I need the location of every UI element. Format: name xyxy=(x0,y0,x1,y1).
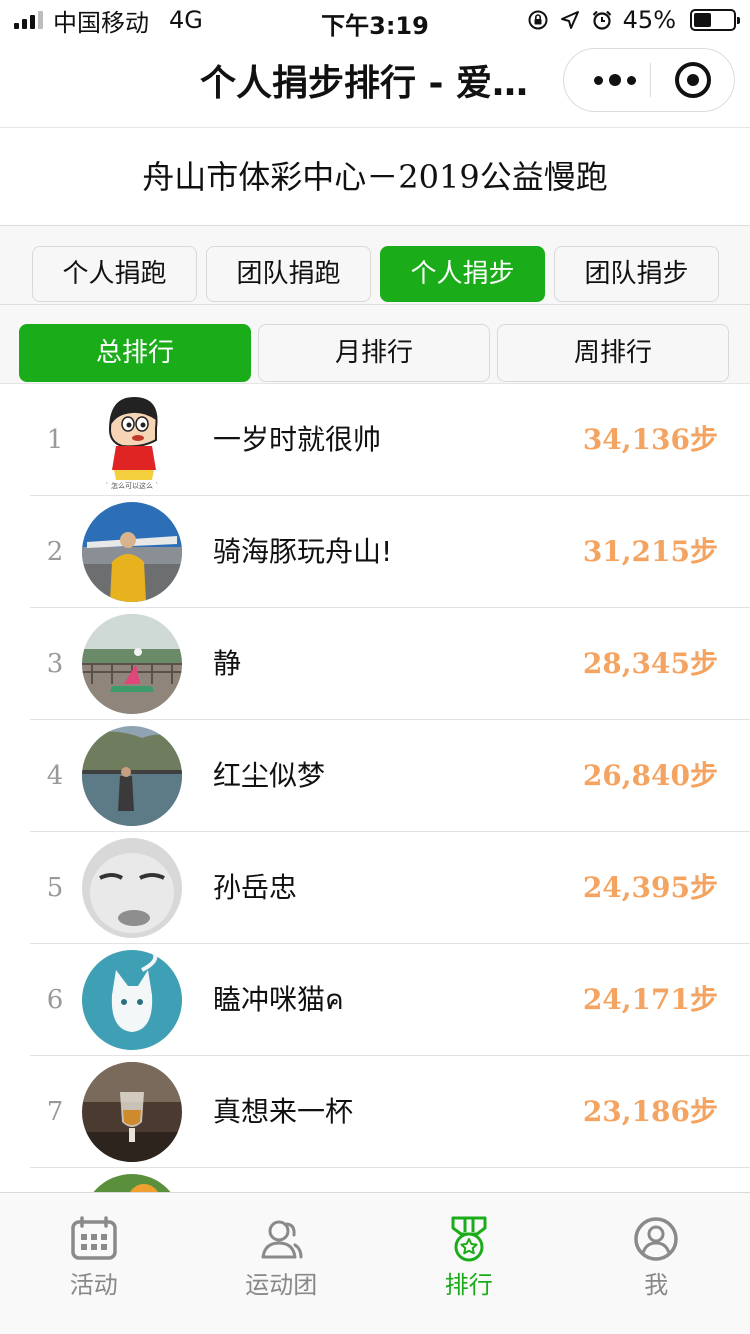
miniprogram-capsule xyxy=(563,48,735,112)
capsule-divider xyxy=(650,63,651,97)
yoga-photo-avatar-icon xyxy=(82,614,182,714)
medal-icon xyxy=(451,1216,487,1262)
nav-bar: 个人捐步排行 - 爱… xyxy=(0,40,750,128)
partial-avatar-icon xyxy=(82,1174,182,1194)
period-tabs: 总排行 月排行 周排行 xyxy=(19,324,729,382)
cartoon-boy-avatar-icon: ` 怎么可以这么 ` xyxy=(82,390,182,490)
group-icon xyxy=(261,1220,303,1259)
user-name: 红尘似梦 xyxy=(213,759,326,792)
ranking-row[interactable]: 6 瞌冲咪猫ค 24,171步 xyxy=(0,944,750,1056)
white-cat-avatar-icon xyxy=(82,950,182,1050)
tab-activity[interactable]: 活动 xyxy=(0,1193,188,1334)
user-name: 孙岳忠 xyxy=(213,871,298,904)
airport-photo-avatar-icon xyxy=(82,502,182,602)
tab-personal-run[interactable]: 个人捐跑 xyxy=(32,246,197,302)
ranking-row[interactable]: 1 ` 怎么可以这么 ` 一岁时就很帅 34,136步 xyxy=(0,384,750,496)
more-icon[interactable] xyxy=(582,49,648,111)
user-name: 静 xyxy=(213,647,242,680)
tab-personal-steps[interactable]: 个人捐步 xyxy=(380,246,545,302)
tab-team-steps[interactable]: 团队捐步 xyxy=(554,246,719,302)
baby-face-avatar-icon xyxy=(82,838,182,938)
event-title: 舟山市体彩中心－2019公益慢跑 xyxy=(0,128,750,226)
step-count: 26,840步 xyxy=(582,759,718,792)
category-tabs: 个人捐跑 团队捐跑 个人捐步 团队捐步 xyxy=(32,246,719,302)
user-name: 一岁时就很帅 xyxy=(213,423,382,456)
whisky-glass-avatar-icon xyxy=(82,1062,182,1162)
lake-photo-avatar-icon xyxy=(82,726,182,826)
rank-number: 7 xyxy=(46,1097,64,1127)
page-title: 个人捐步排行 - 爱… xyxy=(200,63,529,104)
battery-icon xyxy=(690,9,740,31)
avatar: ` 怎么可以这么 ` xyxy=(82,390,182,490)
svg-text:` 怎么可以这么 `: ` 怎么可以这么 ` xyxy=(105,481,158,490)
tab-me[interactable]: 我 xyxy=(563,1193,750,1334)
calendar-icon xyxy=(71,1216,117,1260)
step-count: 34,136步 xyxy=(582,423,718,456)
ranking-row[interactable]: 4 红尘似梦 26,840步 xyxy=(0,720,750,832)
avatar xyxy=(82,950,182,1050)
ranking-row[interactable]: 5 孙岳忠 24,395步 xyxy=(0,832,750,944)
rank-number: 2 xyxy=(46,537,64,567)
profile-icon xyxy=(634,1217,678,1261)
step-count: 31,215步 xyxy=(582,535,718,568)
user-name: 真想来一杯 xyxy=(213,1095,354,1128)
step-count: 24,171步 xyxy=(582,983,718,1016)
avatar xyxy=(82,1174,182,1194)
step-count: 24,395步 xyxy=(582,871,718,904)
tab-ranking[interactable]: 排行 xyxy=(375,1193,563,1334)
rank-number: 6 xyxy=(46,985,64,1015)
rank-number: 3 xyxy=(46,649,64,679)
tab-label: 运动团 xyxy=(245,1271,318,1299)
avatar xyxy=(82,502,182,602)
user-name: 骑海豚玩舟山! xyxy=(213,535,393,568)
close-miniprogram-icon[interactable] xyxy=(675,62,711,98)
step-count: 28,345步 xyxy=(582,647,718,680)
ranking-row[interactable] xyxy=(0,1168,750,1194)
ranking-list[interactable]: 1 ` 怎么可以这么 ` 一岁时就很帅 34,136步 2 骑海豚玩舟山! 31… xyxy=(0,383,750,1194)
user-name: 瞌冲咪猫ค xyxy=(213,983,344,1016)
ranking-row[interactable]: 3 静 28,345步 xyxy=(0,608,750,720)
avatar xyxy=(82,726,182,826)
avatar xyxy=(82,614,182,714)
ranking-row[interactable]: 2 骑海豚玩舟山! 31,215步 xyxy=(0,496,750,608)
tab-monthly-ranking[interactable]: 月排行 xyxy=(258,324,490,382)
tab-team-run[interactable]: 团队捐跑 xyxy=(206,246,371,302)
status-bar: 中国移动 4G 下午3:19 45% xyxy=(0,0,750,40)
tab-weekly-ranking[interactable]: 周排行 xyxy=(497,324,729,382)
rotation-lock-icon xyxy=(528,10,548,30)
avatar xyxy=(82,1062,182,1162)
rank-number: 1 xyxy=(46,425,64,455)
rank-number xyxy=(38,1168,72,1194)
tab-overall-ranking[interactable]: 总排行 xyxy=(19,324,251,382)
filter-tabs-area: 个人捐跑 团队捐跑 个人捐步 团队捐步 总排行 月排行 周排行 xyxy=(0,226,750,386)
avatar xyxy=(82,838,182,938)
rank-number: 5 xyxy=(46,873,64,903)
battery-percent: 45% xyxy=(622,6,676,34)
tabs-divider xyxy=(0,304,750,305)
tab-label: 排行 xyxy=(444,1271,493,1299)
alarm-icon xyxy=(592,10,611,30)
bottom-tab-bar: 活动 运动团 排行 我 xyxy=(0,1192,750,1334)
location-icon xyxy=(560,11,579,29)
ranking-row[interactable]: 7 真想来一杯 23,186步 xyxy=(0,1056,750,1168)
rank-number: 4 xyxy=(46,761,64,791)
tab-label: 我 xyxy=(644,1271,669,1299)
tab-sports-group[interactable]: 运动团 xyxy=(188,1193,376,1334)
step-count: 23,186步 xyxy=(582,1095,718,1128)
tab-label: 活动 xyxy=(69,1271,118,1299)
